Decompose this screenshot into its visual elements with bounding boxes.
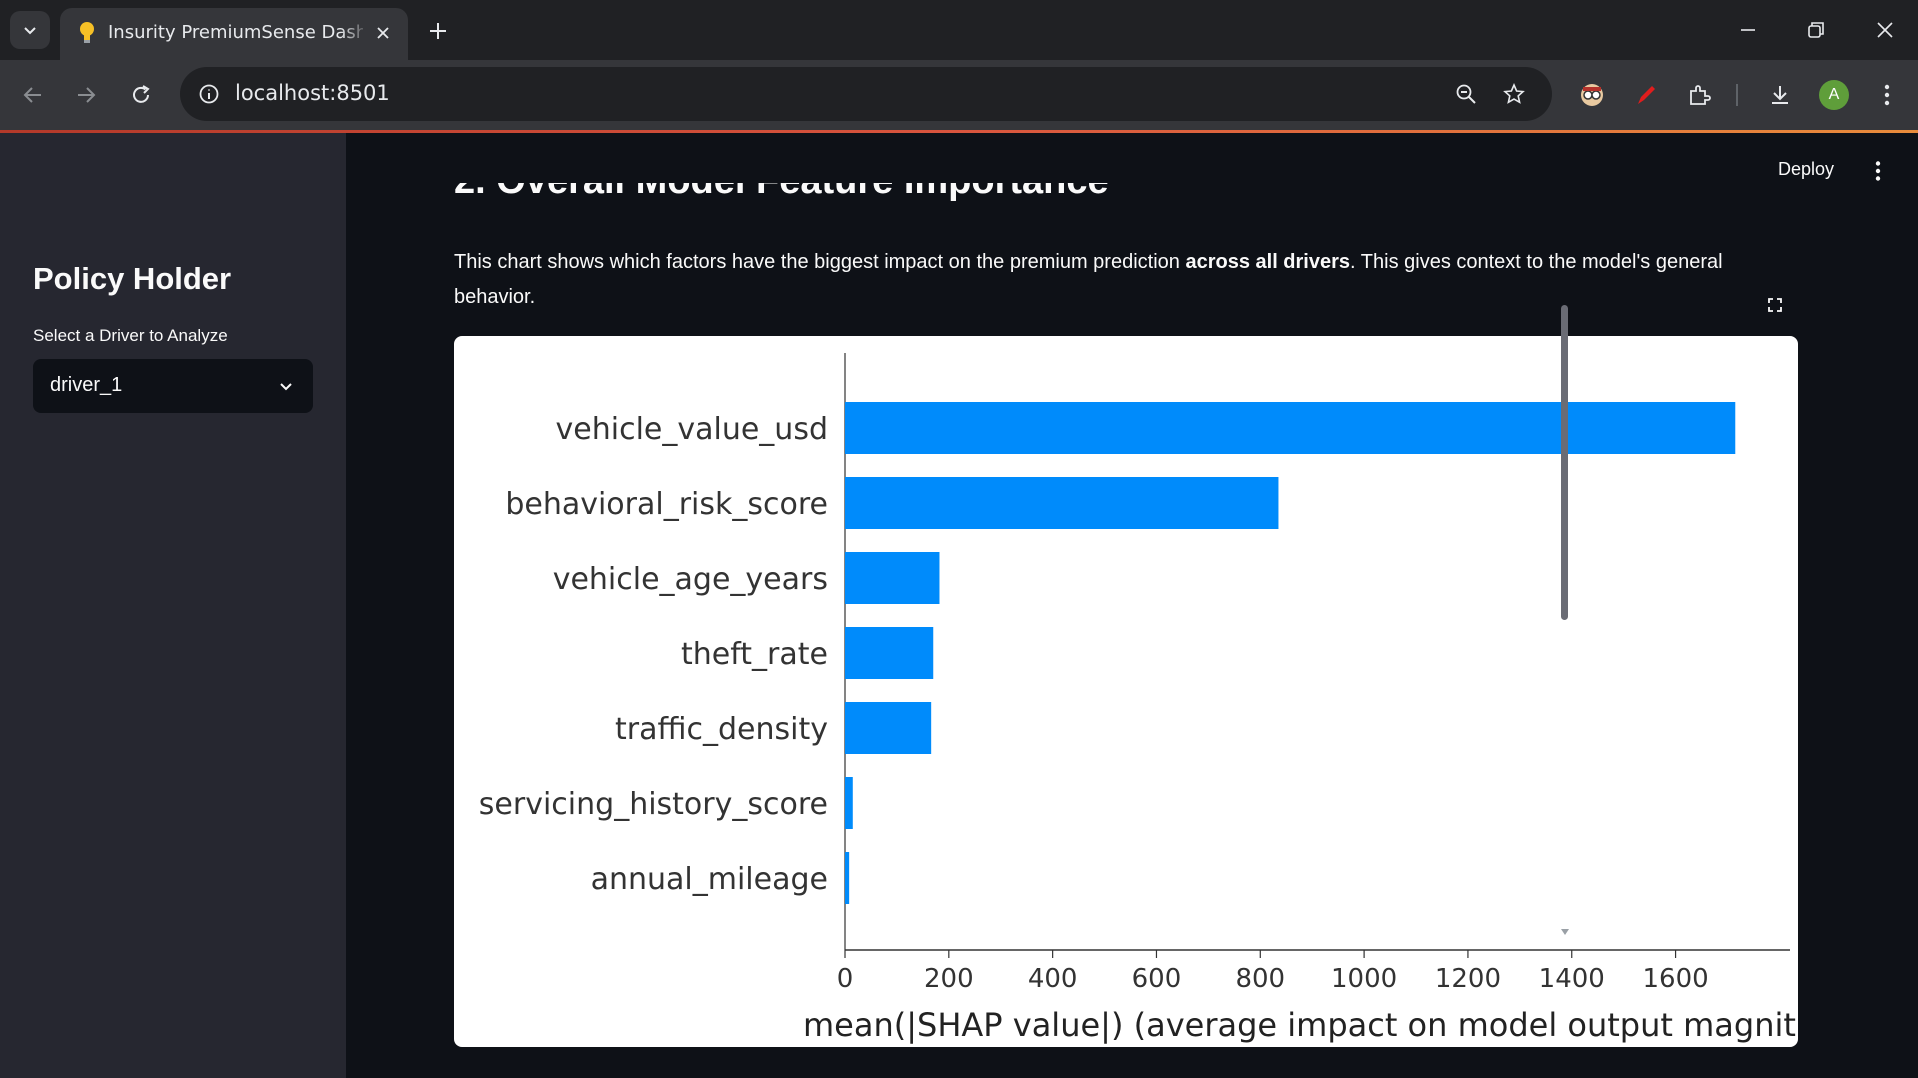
x-tick-label-200: 200: [924, 964, 974, 994]
sidebar: Policy Holder Select a Driver to Analyze…: [0, 133, 346, 1078]
x-tick-label-1200: 1200: [1435, 964, 1501, 994]
deploy-button[interactable]: Deploy: [1778, 159, 1834, 180]
x-tick-label-600: 600: [1132, 964, 1182, 994]
pen-icon[interactable]: [1627, 76, 1665, 114]
y-tick-label-annual_mileage: annual_mileage: [591, 862, 828, 897]
bar-theft_rate: [845, 627, 934, 679]
chart-description: This chart shows which factors have the …: [454, 245, 1754, 315]
y-tick-label-vehicle_age_years: vehicle_age_years: [553, 562, 828, 597]
sidebar-title: Policy Holder: [33, 261, 232, 296]
browser-tab-bar: Insurity PremiumSense Dashboard: [0, 0, 1918, 60]
driver-select-value: driver_1: [50, 374, 123, 396]
browser-tab[interactable]: Insurity PremiumSense Dashboard: [60, 8, 408, 60]
bar-vehicle_age_years: [845, 552, 940, 604]
x-tick-label-1000: 1000: [1331, 964, 1397, 994]
window-close-icon[interactable]: [1857, 10, 1913, 50]
x-tick-label-800: 800: [1235, 964, 1285, 994]
back-icon[interactable]: [14, 76, 52, 114]
y-tick-label-vehicle_value_usd: vehicle_value_usd: [556, 412, 828, 447]
zoom-icon[interactable]: [1450, 78, 1482, 110]
star-icon[interactable]: [1498, 78, 1530, 110]
lightbulb-icon: [76, 19, 98, 47]
scrollbar[interactable]: [1561, 305, 1568, 620]
chevron-down-icon: [273, 373, 299, 399]
download-icon[interactable]: [1761, 76, 1799, 114]
x-tick-label-0: 0: [837, 964, 854, 994]
section-heading: 2. Overall Model Feature Importance: [454, 160, 1109, 202]
y-tick-label-behavioral_risk_score: behavioral_risk_score: [505, 487, 828, 522]
bar-traffic_density: [845, 702, 932, 754]
puzzle-icon[interactable]: [1680, 76, 1718, 114]
extension-icon[interactable]: [1573, 76, 1611, 114]
fullscreen-icon[interactable]: [1758, 288, 1792, 322]
site-info-icon[interactable]: [194, 79, 224, 109]
tab-title: Insurity PremiumSense Dashboard: [108, 22, 363, 43]
shap-bar-chart: vehicle_value_usd behavioral_risk_scoreve…: [479, 353, 1798, 1044]
driver-select[interactable]: driver_1: [33, 359, 313, 413]
restore-icon[interactable]: [1788, 10, 1844, 50]
scroll-down-arrow[interactable]: [1559, 925, 1571, 937]
bar-vehicle_value_usd: [845, 402, 1736, 454]
y-tick-label-traffic_density: traffic_density: [615, 712, 828, 747]
x-axis-label: mean(|SHAP value|) (average impact on mo…: [803, 1006, 1798, 1044]
more-icon[interactable]: [1868, 76, 1906, 114]
url-text: localhost:8501: [235, 81, 390, 105]
bar-annual_mileage: [845, 852, 850, 904]
plus-icon[interactable]: [420, 13, 456, 49]
x-tick-label-1600: 1600: [1642, 964, 1708, 994]
minimize-icon[interactable]: [1720, 10, 1776, 50]
bar-servicing_history_score: [845, 777, 853, 829]
main-content: 2. Overall Model Feature Importance Depl…: [346, 133, 1918, 1078]
profile-avatar[interactable]: A: [1819, 80, 1849, 110]
x-tick-label-400: 400: [1028, 964, 1078, 994]
forward-icon[interactable]: [67, 76, 105, 114]
close-icon[interactable]: [370, 20, 396, 46]
desc-text-1: This chart shows which factors have the …: [454, 251, 1186, 273]
tab-title-fade: [340, 16, 370, 48]
reload-icon[interactable]: [122, 76, 160, 114]
y-tick-label-servicing_history_score: servicing_history_score: [479, 787, 828, 822]
tab-search-icon[interactable]: [10, 11, 50, 49]
desc-bold: across all drivers: [1185, 251, 1351, 273]
driver-select-label: Select a Driver to Analyze: [33, 326, 228, 345]
main-menu-icon[interactable]: [1863, 153, 1893, 189]
x-tick-label-1400: 1400: [1539, 964, 1605, 994]
toolbar-separator: [1736, 84, 1738, 106]
y-tick-label-theft_rate: theft_rate: [681, 637, 828, 672]
address-bar[interactable]: localhost:8501: [180, 67, 1552, 121]
bar-behavioral_risk_score: [845, 477, 1279, 529]
shap-chart: vehicle_value_usd behavioral_risk_scoreve…: [454, 336, 1798, 1047]
